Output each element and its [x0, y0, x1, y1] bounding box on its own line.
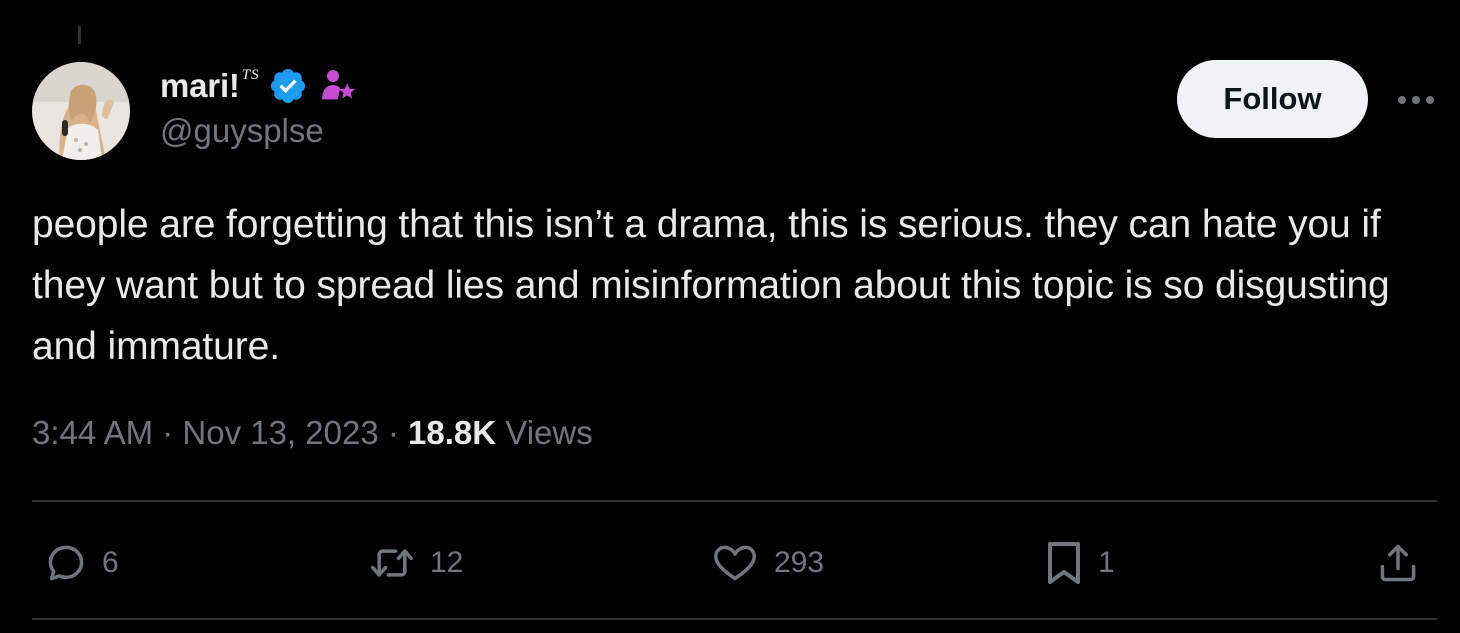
avatar[interactable] [32, 62, 130, 160]
reply-count: 6 [102, 546, 119, 579]
tweet-text: people are forgetting that this isn’t a … [32, 203, 1390, 368]
tweet-time[interactable]: 3:44 AM [32, 414, 153, 451]
bookmark-icon [1048, 542, 1080, 584]
more-options-button[interactable] [1388, 82, 1444, 118]
views-label: Views [505, 414, 593, 451]
bookmark-button[interactable]: 1 [1044, 538, 1115, 588]
repost-count: 12 [430, 546, 464, 579]
like-button[interactable]: 293 [710, 538, 824, 588]
heart-icon [714, 545, 756, 581]
tweet-meta: 3:44 AM · Nov 13, 2023 · 18.8K Views [32, 414, 593, 452]
follow-button[interactable]: Follow [1177, 60, 1368, 138]
reply-button[interactable]: 6 [44, 538, 119, 588]
display-name-superscript: TS [241, 66, 260, 83]
more-dots-icon [1398, 96, 1434, 104]
person-star-icon[interactable] [318, 66, 358, 106]
reply-icon [48, 545, 84, 581]
divider [32, 500, 1437, 502]
author-handle[interactable]: @guysplse [160, 112, 324, 150]
meta-separator: · [153, 414, 183, 451]
bookmark-count: 1 [1098, 546, 1115, 579]
meta-separator: · [378, 414, 409, 451]
display-name[interactable]: mari! [160, 67, 240, 105]
repost-icon [371, 549, 413, 577]
thread-line [78, 26, 81, 44]
views-count: 18.8K [408, 414, 497, 451]
avatar-image [32, 62, 130, 160]
like-count: 293 [774, 546, 825, 579]
verified-badge-icon[interactable] [268, 66, 308, 106]
author-name-row[interactable]: mari! TS [160, 60, 358, 112]
divider [32, 618, 1437, 620]
repost-button[interactable]: 12 [368, 538, 463, 588]
share-icon [1380, 544, 1416, 582]
share-button[interactable] [1376, 538, 1420, 588]
tweet-date[interactable]: Nov 13, 2023 [182, 414, 378, 451]
